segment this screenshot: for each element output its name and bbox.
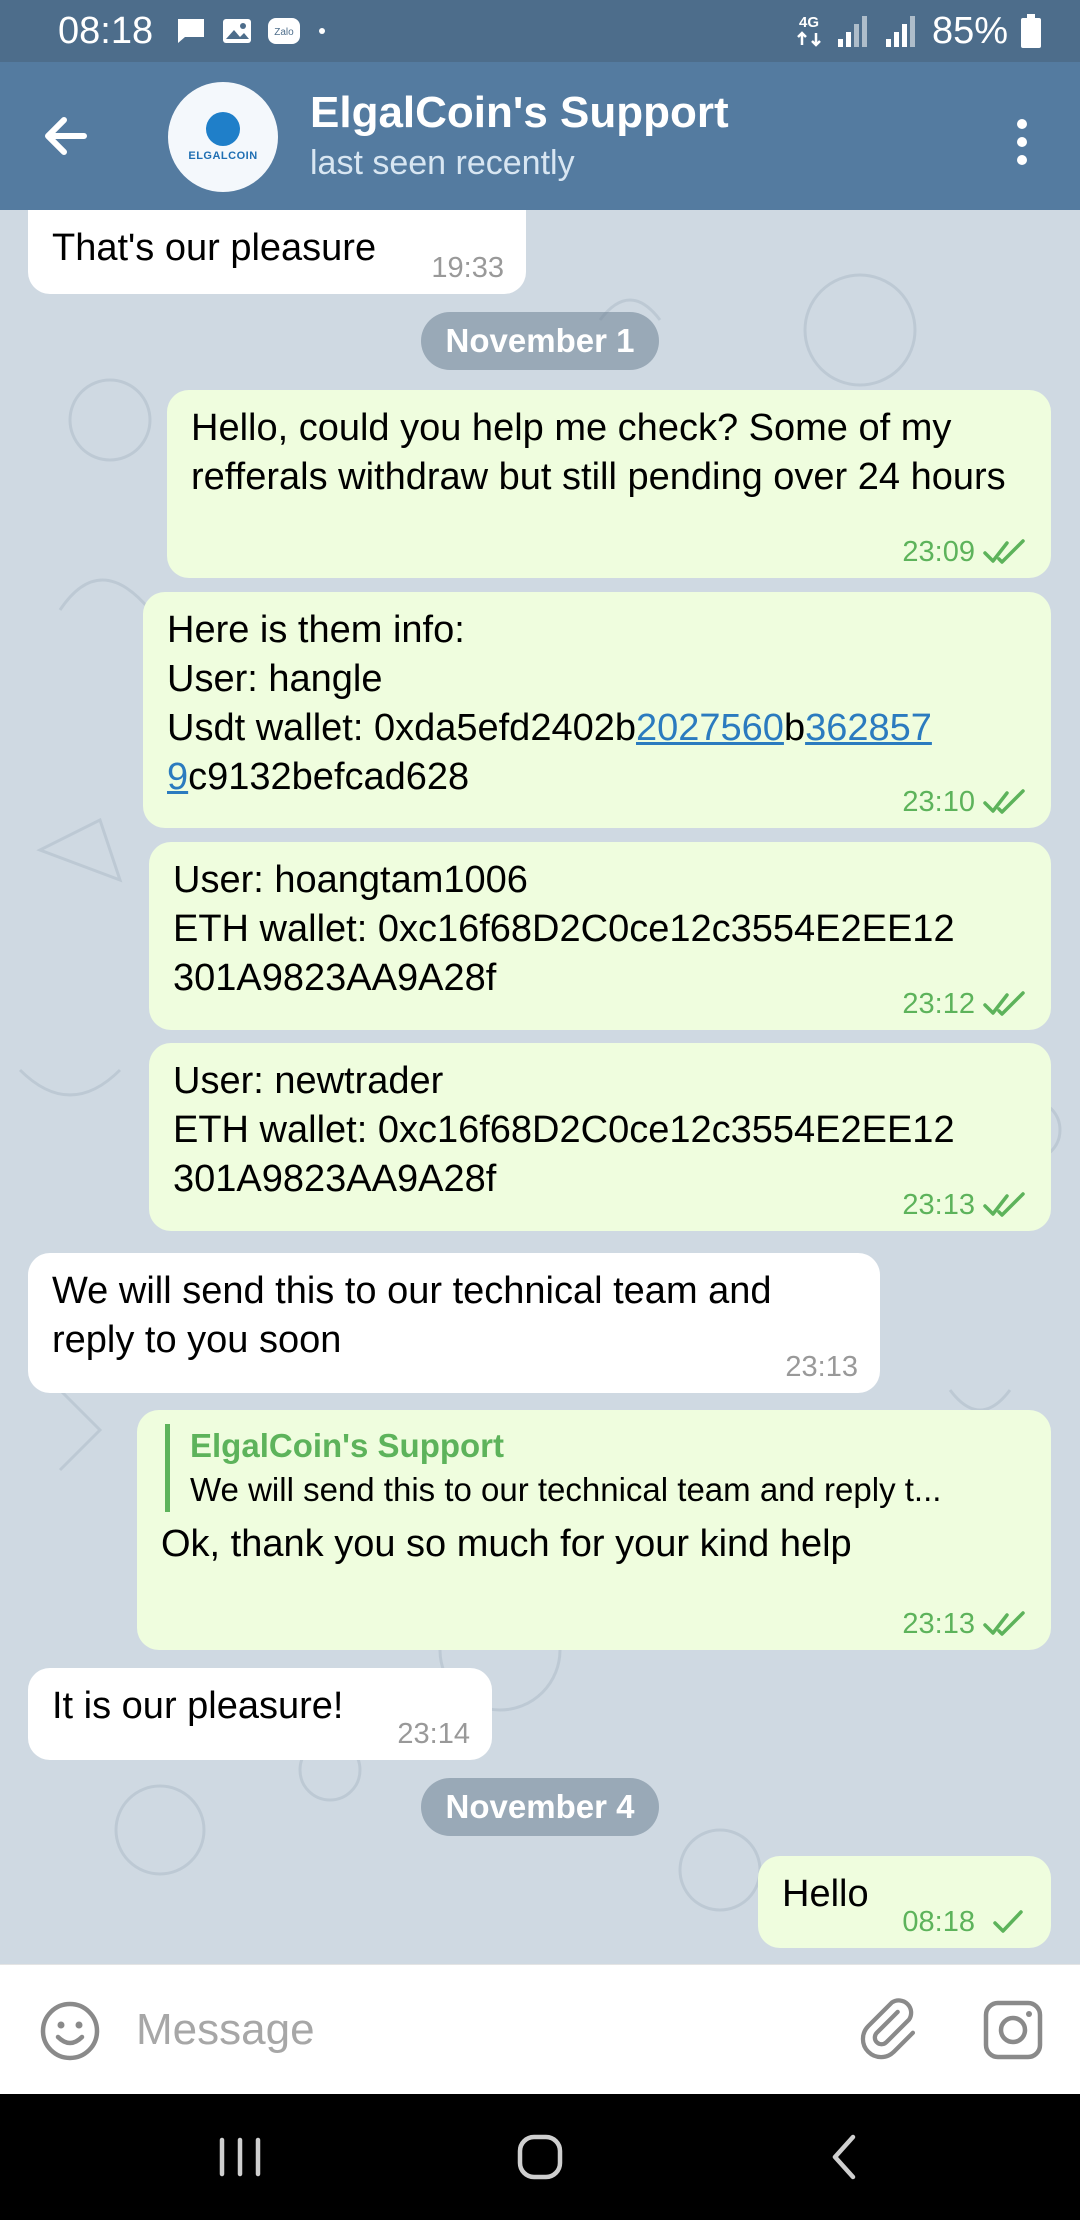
message-outgoing-reply[interactable]: ElgalCoin's Support We will send this to…: [137, 1410, 1051, 1650]
message-time: 23:09: [902, 536, 1029, 568]
network-4g-icon: 4G: [797, 14, 821, 47]
message-icon: [178, 19, 205, 43]
message-composer: [0, 1964, 1080, 2094]
chat-title[interactable]: ElgalCoin's Support: [310, 88, 729, 138]
status-bar: 08:18 Zalo 4G 85%: [0, 0, 1080, 62]
home-icon[interactable]: [510, 2132, 570, 2182]
message-time: 23:13: [785, 1351, 858, 1383]
message-incoming[interactable]: We will send this to our technical team …: [28, 1253, 880, 1393]
message-line: User: newtrader: [173, 1060, 444, 1102]
message-text: Ok, thank you so much for your kind help: [161, 1523, 852, 1565]
logo-icon: [206, 112, 240, 146]
date-separator: November 4: [421, 1778, 659, 1836]
message-time: 23:10: [902, 786, 1029, 818]
message-input[interactable]: [136, 1995, 796, 2065]
double-check-icon: [983, 789, 1025, 814]
reply-text: We will send this to our technical team …: [190, 1471, 942, 1508]
message-time: 23:13: [902, 1608, 1029, 1640]
wallet-line: Usdt wallet: 0xda5efd2402b2027560b362857: [167, 707, 932, 749]
reply-sender: ElgalCoin's Support: [190, 1427, 505, 1464]
message-time: 08:18: [902, 1906, 1029, 1938]
phone-link[interactable]: 2027560: [636, 707, 784, 749]
system-nav-bar: [0, 2094, 1080, 2220]
message-line: 301A9823AA9A28f: [173, 1158, 497, 1200]
chat-status: last seen recently: [310, 144, 575, 182]
message-outgoing[interactable]: User: hoangtam1006 ETH wallet: 0xc16f68D…: [149, 842, 1051, 1030]
zalo-icon: Zalo: [268, 18, 301, 44]
wallet-line: 9c9132befcad628: [167, 756, 470, 798]
paperclip-icon[interactable]: [858, 1997, 924, 2063]
avatar-text: ELGALCOIN: [188, 150, 258, 162]
message-text: Hello, could you help me check? Some of …: [191, 407, 1006, 498]
message-line: User: hoangtam1006: [173, 859, 528, 901]
camera-icon[interactable]: [980, 1997, 1046, 2063]
image-icon: [223, 19, 252, 43]
more-vert-icon[interactable]: [1002, 112, 1042, 172]
message-incoming[interactable]: It is our pleasure! 23:14: [28, 1668, 492, 1760]
signal-icon: [837, 16, 867, 47]
message-outgoing[interactable]: Hello 08:18: [758, 1856, 1051, 1948]
message-outgoing[interactable]: Here is them info: User: hangle Usdt wal…: [143, 592, 1051, 828]
message-list[interactable]: That's our pleasure 19:33 November 1 Hel…: [0, 210, 1080, 1964]
double-check-icon: [983, 1192, 1025, 1217]
reply-quote[interactable]: ElgalCoin's Support We will send this to…: [165, 1424, 1027, 1512]
signal-icon-2: [885, 16, 915, 47]
double-check-icon: [983, 1611, 1025, 1636]
svg-text:Zalo: Zalo: [274, 27, 294, 38]
date-separator: November 1: [421, 312, 659, 370]
notification-icons: Zalo: [175, 15, 329, 47]
double-check-icon: [983, 539, 1025, 564]
double-check-icon: [983, 991, 1025, 1016]
message-time: 23:12: [902, 988, 1029, 1020]
status-time: 08:18: [58, 9, 154, 52]
message-outgoing[interactable]: User: newtrader ETH wallet: 0xc16f68D2C0…: [149, 1043, 1051, 1231]
message-line: ETH wallet: 0xc16f68D2C0ce12c3554E2EE12: [173, 908, 955, 950]
dot-icon: [319, 28, 326, 34]
phone-link[interactable]: 362857: [805, 707, 932, 749]
svg-text:4G: 4G: [799, 14, 819, 31]
battery-percent: 85%: [931, 9, 1008, 52]
back-nav-icon[interactable]: [815, 2132, 875, 2182]
recent-apps-icon[interactable]: [210, 2132, 270, 2182]
status-right: 4G 85%: [794, 10, 1042, 53]
single-check-icon: [993, 1910, 1023, 1933]
avatar[interactable]: ELGALCOIN: [168, 82, 278, 192]
phone-link[interactable]: 9: [167, 756, 188, 798]
message-line: 301A9823AA9A28f: [173, 957, 497, 999]
message-line: ETH wallet: 0xc16f68D2C0ce12c3554E2EE12: [173, 1109, 955, 1151]
back-arrow-icon[interactable]: [36, 106, 96, 166]
battery-icon: [1021, 14, 1041, 48]
chat-header: ELGALCOIN ElgalCoin's Support last seen …: [0, 62, 1080, 210]
message-text: We will send this to our technical team …: [52, 1270, 772, 1361]
emoji-icon[interactable]: [38, 1999, 102, 2063]
message-time: 23:14: [397, 1718, 470, 1750]
message-time: 23:13: [902, 1189, 1029, 1221]
message-time: 19:33: [431, 252, 504, 284]
message-line: User: hangle: [167, 658, 383, 700]
message-outgoing[interactable]: Hello, could you help me check? Some of …: [167, 390, 1051, 578]
message-line: Here is them info:: [167, 609, 465, 651]
message-incoming[interactable]: That's our pleasure 19:33: [28, 210, 526, 294]
